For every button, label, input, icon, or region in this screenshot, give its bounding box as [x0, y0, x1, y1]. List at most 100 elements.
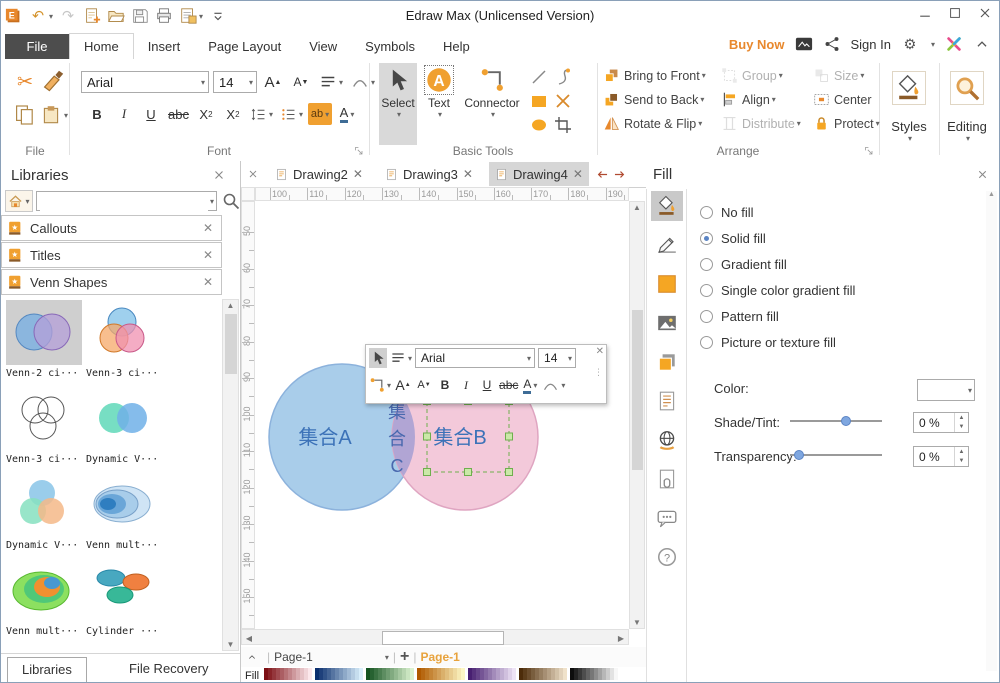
add-page-button[interactable]: +: [400, 648, 409, 666]
resize-handle[interactable]: [423, 432, 431, 441]
close-library-icon[interactable]: ✕: [203, 275, 213, 289]
mini-toolbar-close-icon[interactable]: ✕: [596, 346, 604, 357]
document-tab-drawing3[interactable]: Drawing3 ✕: [379, 162, 479, 186]
palette-swatch[interactable]: [461, 668, 466, 680]
image-export-icon[interactable]: [795, 35, 813, 53]
library-home-button[interactable]: ▾: [5, 190, 33, 212]
library-shape-item[interactable]: Dynamic V···: [6, 472, 82, 551]
center-button[interactable]: Center: [813, 89, 880, 110]
menu-tab-help[interactable]: Help: [429, 34, 484, 60]
scroll-down-icon[interactable]: ▼: [223, 640, 238, 649]
library-shape-item[interactable]: Venn-2 ci···: [6, 300, 82, 379]
library-shape-item[interactable]: Venn-3 ci···: [6, 386, 82, 465]
open-file-icon[interactable]: [107, 7, 125, 25]
radio-gradient-fill[interactable]: [700, 258, 713, 271]
shrink-button[interactable]: A ▼: [415, 375, 433, 395]
small-close-icon[interactable]: [247, 168, 259, 180]
radio-single-color-gradient-fill[interactable]: [700, 284, 713, 297]
underline-button[interactable]: U: [478, 375, 496, 395]
protect-button[interactable]: Protect ▾: [813, 113, 880, 134]
venn-diagram[interactable]: 集合A 集合B 集合C: [255, 201, 629, 629]
fill-option-no-fill[interactable]: No fill: [700, 205, 754, 220]
rectangle-tool-icon[interactable]: [529, 91, 549, 111]
library-section-venn-shapes[interactable]: ★ Venn Shapes ✕: [1, 269, 222, 295]
gear-icon[interactable]: ⚙: [901, 35, 919, 53]
left-arrow-icon[interactable]: [595, 168, 610, 181]
line-tool-icon[interactable]: [529, 67, 549, 87]
superscript-button[interactable]: X2: [221, 103, 245, 125]
panel-tab-file-recovery[interactable]: File Recovery: [115, 657, 222, 681]
grow-button[interactable]: A ▲: [394, 375, 412, 395]
comment-panel-button[interactable]: [651, 503, 683, 533]
fill-bucket-panel-button[interactable]: [651, 191, 683, 221]
library-shape-item[interactable]: Dynamic V···: [86, 386, 162, 465]
library-scroll-thumb[interactable]: [225, 314, 237, 374]
fill-option-gradient-fill[interactable]: Gradient fill: [700, 257, 787, 272]
strike-button[interactable]: abc: [166, 103, 191, 125]
horizontal-scrollbar[interactable]: ◀ ▶: [241, 629, 629, 645]
bold-button[interactable]: B: [436, 375, 454, 395]
select-tool-button[interactable]: Select ▾: [379, 63, 417, 145]
resize-handle[interactable]: [505, 432, 513, 441]
library-search-field[interactable]: [40, 192, 208, 212]
text-tool-button[interactable]: A Text ▾: [421, 63, 457, 145]
font-color-button[interactable]: A ▾: [521, 375, 539, 395]
shadow-panel-button[interactable]: [651, 347, 683, 377]
line-spacing-icon-button[interactable]: ▾: [248, 103, 275, 125]
panel-scrollbar[interactable]: ▲: [986, 191, 997, 671]
print-icon[interactable]: [155, 7, 173, 25]
resize-handle[interactable]: [505, 468, 513, 476]
strike-button[interactable]: abc: [499, 375, 518, 395]
palette-swatch[interactable]: [359, 668, 364, 680]
mini-align-button[interactable]: ▾: [390, 348, 412, 368]
scroll-left-icon[interactable]: ◀: [244, 634, 254, 643]
vertical-scrollbar[interactable]: ▲ ▼: [629, 201, 645, 629]
close-icon[interactable]: [977, 5, 993, 21]
document-tab-drawing2[interactable]: Drawing2 ✕: [269, 162, 369, 186]
redo-icon[interactable]: ↷: [59, 7, 77, 25]
document-options-icon[interactable]: [179, 7, 197, 25]
mini-connector-button[interactable]: ▾: [369, 375, 391, 395]
palette-swatch[interactable]: [614, 668, 619, 680]
panel-tab-libraries[interactable]: Libraries: [7, 657, 87, 682]
palette-swatch[interactable]: [308, 668, 313, 680]
arc-icon-button[interactable]: ▾: [542, 375, 565, 395]
connector-tool-button[interactable]: Connector ▾: [459, 63, 525, 145]
vertical-scroll-thumb[interactable]: [632, 310, 643, 470]
palette-swatch[interactable]: [410, 668, 415, 680]
undo-icon-dropdown[interactable]: ▾: [49, 12, 53, 21]
help-panel-button[interactable]: ?: [651, 542, 683, 572]
mini-toolbar-drag-dots[interactable]: ⋮: [594, 367, 603, 378]
radio-pattern-fill[interactable]: [700, 310, 713, 323]
grow-font-button[interactable]: A ▲: [261, 71, 285, 93]
library-shape-item[interactable]: Venn mult···: [86, 472, 162, 551]
mini-font-family-combo[interactable]: Arial ▾: [415, 348, 536, 368]
menu-tab-file[interactable]: File: [5, 34, 69, 60]
fill-option-single-color-gradient-fill[interactable]: Single color gradient fill: [700, 283, 855, 298]
curve-tool-icon[interactable]: [553, 67, 573, 87]
radio-solid-fill[interactable]: [700, 232, 713, 245]
ellipse-tool-icon[interactable]: [529, 115, 549, 135]
copy-icon[interactable]: [13, 103, 37, 127]
fill-option-pattern-fill[interactable]: Pattern fill: [700, 309, 779, 324]
text-align-button[interactable]: ▾: [317, 71, 345, 93]
document-tab-drawing4[interactable]: Drawing4 ✕: [488, 162, 589, 186]
undo-icon[interactable]: ↶: [29, 7, 47, 25]
italic-button[interactable]: I: [457, 375, 475, 395]
small-close-icon[interactable]: [976, 168, 989, 181]
highlight-button[interactable]: ab ▾: [308, 103, 332, 125]
share-icon[interactable]: [823, 35, 841, 53]
mini-select-button[interactable]: [369, 348, 387, 368]
picture-panel-button[interactable]: [651, 308, 683, 338]
resize-handle[interactable]: [464, 468, 472, 476]
paste-button[interactable]: ▾: [39, 103, 69, 127]
note-panel-button[interactable]: [651, 386, 683, 416]
close-tab-icon[interactable]: ✕: [463, 167, 473, 181]
cut-icon[interactable]: ✂: [13, 69, 37, 93]
gear-dropdown-icon[interactable]: ▾: [931, 40, 935, 49]
crop-tool-icon[interactable]: [553, 115, 573, 135]
transparency-slider[interactable]: [790, 449, 882, 461]
maximize-icon[interactable]: [947, 5, 963, 21]
radio-no-fill[interactable]: [700, 206, 713, 219]
menu-tab-view[interactable]: View: [295, 34, 351, 60]
